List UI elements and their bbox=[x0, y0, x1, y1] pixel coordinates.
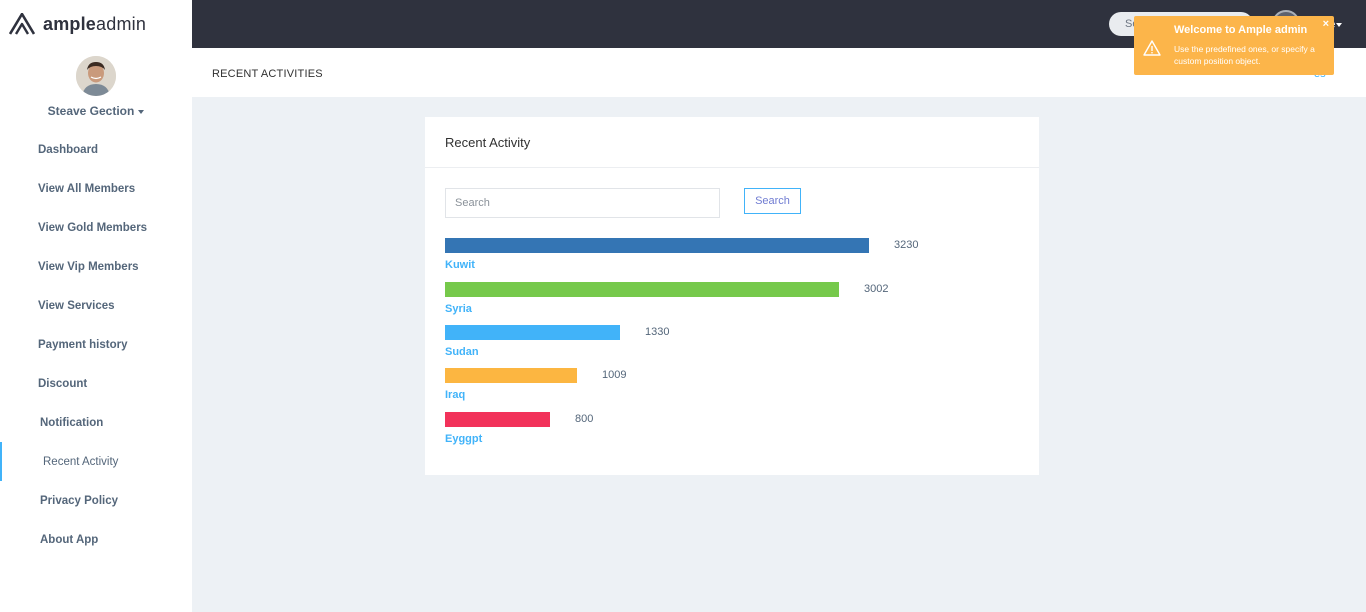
search-input[interactable] bbox=[445, 188, 720, 218]
chart-category-label: Eyggpt bbox=[445, 433, 483, 445]
sidebar-item-view-all-members[interactable]: View All Members bbox=[0, 169, 192, 208]
search-button[interactable]: Search bbox=[744, 188, 801, 214]
close-icon[interactable]: × bbox=[1323, 18, 1329, 30]
sidebar-item-about-app[interactable]: About App bbox=[0, 520, 192, 559]
chart-category-label: Iraq bbox=[445, 389, 466, 401]
warning-icon bbox=[1143, 40, 1161, 56]
chart-bar bbox=[445, 412, 550, 427]
chart-value-label: 1330 bbox=[645, 326, 670, 338]
sidebar-item-view-gold-members[interactable]: View Gold Members bbox=[0, 208, 192, 247]
chart-row: 1009 Iraq bbox=[445, 368, 1005, 404]
chart-value-label: 1009 bbox=[602, 369, 627, 381]
sidebar-item-payment-history[interactable]: Payment history bbox=[0, 325, 192, 364]
brand-logo[interactable]: ampleadmin bbox=[0, 0, 192, 48]
chart-bar bbox=[445, 282, 839, 297]
chart-value-label: 3230 bbox=[894, 239, 919, 251]
toast-title: Welcome to Ample admin bbox=[1174, 24, 1308, 36]
chart-row: 3002 Syria bbox=[445, 282, 1005, 318]
activity-bar-chart: 3230 Kuwit 3002 Syria 1330 Sudan 1009 Iraq 800 Ey… bbox=[445, 238, 1005, 453]
sidebar-item-privacy-policy[interactable]: Privacy Policy bbox=[0, 481, 192, 520]
chevron-down-icon bbox=[138, 109, 145, 114]
card-divider bbox=[425, 167, 1039, 168]
sidebar-item-recent-activity[interactable]: Recent Activity bbox=[0, 442, 192, 481]
brand-name: ampleadmin bbox=[43, 13, 147, 34]
sidebar-nav: Dashboard View All Members View Gold Mem… bbox=[0, 130, 192, 559]
chart-bar bbox=[445, 325, 620, 340]
logo-icon bbox=[9, 13, 35, 35]
chart-row: 800 Eyggpt bbox=[445, 412, 1005, 448]
chart-category-label: Syria bbox=[445, 303, 472, 315]
sidebar-item-notification[interactable]: Notification bbox=[0, 403, 192, 442]
welcome-toast: Welcome to Ample admin Use the predefine… bbox=[1134, 16, 1334, 75]
chart-bar bbox=[445, 238, 869, 253]
chart-value-label: 800 bbox=[575, 413, 594, 425]
toast-message: Use the predefined ones, or specify a cu… bbox=[1174, 44, 1315, 66]
card-title: Recent Activity bbox=[445, 135, 531, 150]
avatar-image bbox=[76, 56, 116, 96]
sidebar-item-view-vip-members[interactable]: View Vip Members bbox=[0, 247, 192, 286]
recent-activity-card: Recent Activity Search 3230 Kuwit 3002 Syri… bbox=[425, 117, 1039, 475]
page-title: RECENT ACTIVITIES bbox=[212, 68, 323, 80]
sidebar: ampleadmin Steave Gection Dashboard View… bbox=[0, 0, 192, 612]
chart-row: 1330 Sudan bbox=[445, 325, 1005, 361]
chart-value-label: 3002 bbox=[864, 283, 889, 295]
chart-category-label: Sudan bbox=[445, 346, 479, 358]
user-name: Steave Gection bbox=[47, 104, 135, 118]
sidebar-item-view-services[interactable]: View Services bbox=[0, 286, 192, 325]
chevron-down-icon bbox=[1336, 22, 1343, 27]
sidebar-item-discount[interactable]: Discount bbox=[0, 364, 192, 403]
user-menu-toggle[interactable]: Steave Gection bbox=[0, 104, 192, 118]
chart-row: 3230 Kuwit bbox=[445, 238, 1005, 274]
sidebar-item-dashboard[interactable]: Dashboard bbox=[0, 130, 192, 169]
avatar[interactable] bbox=[76, 56, 116, 96]
chart-bar bbox=[445, 368, 577, 383]
chart-category-label: Kuwit bbox=[445, 259, 475, 271]
